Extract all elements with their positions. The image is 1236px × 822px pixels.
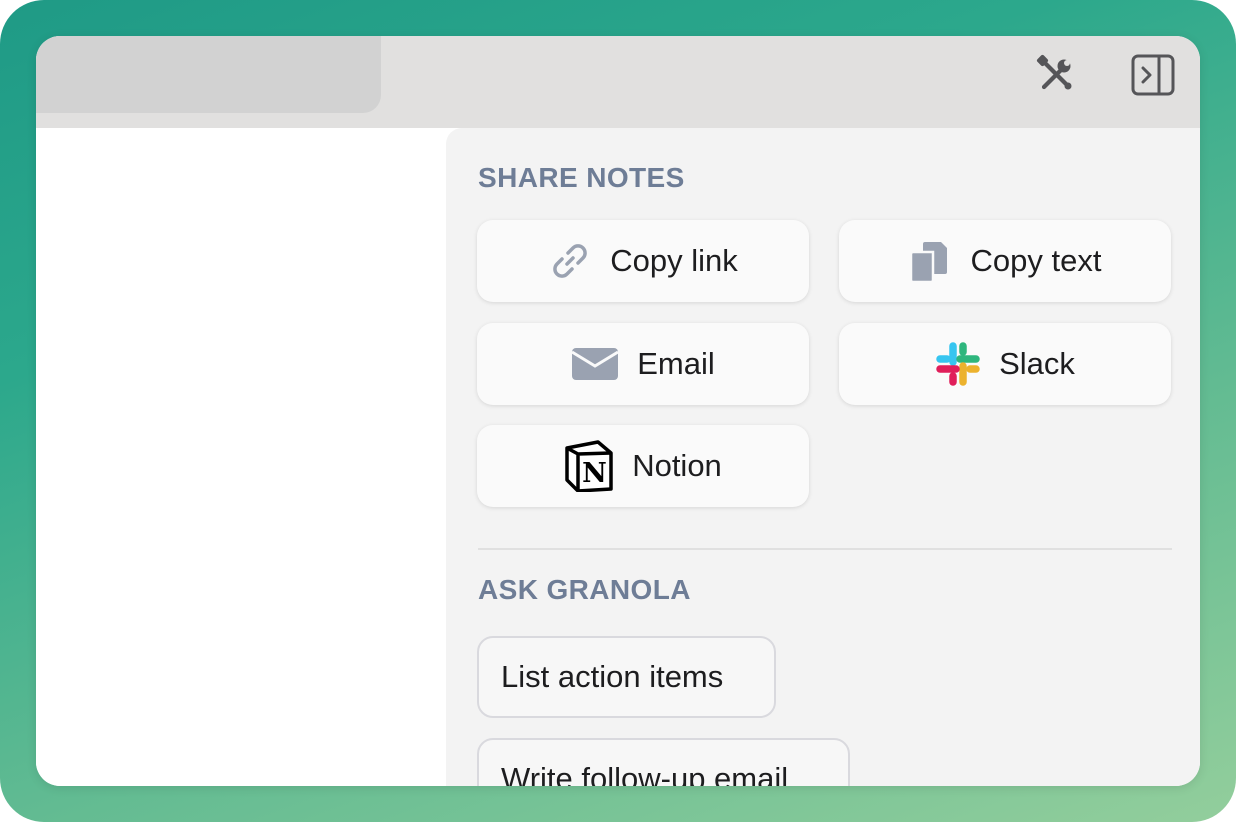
- sidebar-toggle-icon[interactable]: [1131, 54, 1175, 96]
- copy-text-button[interactable]: Copy text: [839, 220, 1171, 302]
- section-divider: [478, 548, 1172, 550]
- title-bar: [36, 36, 1200, 128]
- slack-label: Slack: [999, 346, 1075, 381]
- copy-link-label: Copy link: [610, 243, 738, 278]
- share-notes-heading: SHARE NOTES: [478, 162, 685, 193]
- svg-text:N: N: [582, 458, 607, 489]
- email-button[interactable]: Email: [477, 323, 809, 405]
- slack-button[interactable]: Slack: [839, 323, 1171, 405]
- app-background: SHARE NOTES Copy link Copy text Email Sl…: [0, 0, 1236, 822]
- email-label: Email: [637, 346, 715, 381]
- envelope-icon: [571, 347, 620, 381]
- notion-icon: N: [564, 440, 614, 492]
- ask-granola-heading: ASK GRANOLA: [478, 574, 691, 605]
- notion-button[interactable]: N Notion: [477, 425, 809, 507]
- notes-editor-area[interactable]: [36, 128, 446, 786]
- copy-text-label: Copy text: [970, 243, 1102, 278]
- notion-label: Notion: [632, 448, 722, 483]
- copy-link-button[interactable]: Copy link: [477, 220, 809, 302]
- slack-icon: [935, 341, 981, 387]
- share-panel: SHARE NOTES Copy link Copy text Email Sl…: [446, 128, 1200, 786]
- write-follow-up-email-button[interactable]: Write follow-up email: [477, 738, 850, 786]
- list-action-items-button[interactable]: List action items: [477, 636, 776, 718]
- wrench-screwdriver-icon[interactable]: [1036, 54, 1076, 94]
- link-icon: [548, 239, 592, 283]
- search-tab-area[interactable]: [36, 36, 381, 113]
- app-window: SHARE NOTES Copy link Copy text Email Sl…: [36, 36, 1200, 786]
- copy-icon: [909, 238, 953, 284]
